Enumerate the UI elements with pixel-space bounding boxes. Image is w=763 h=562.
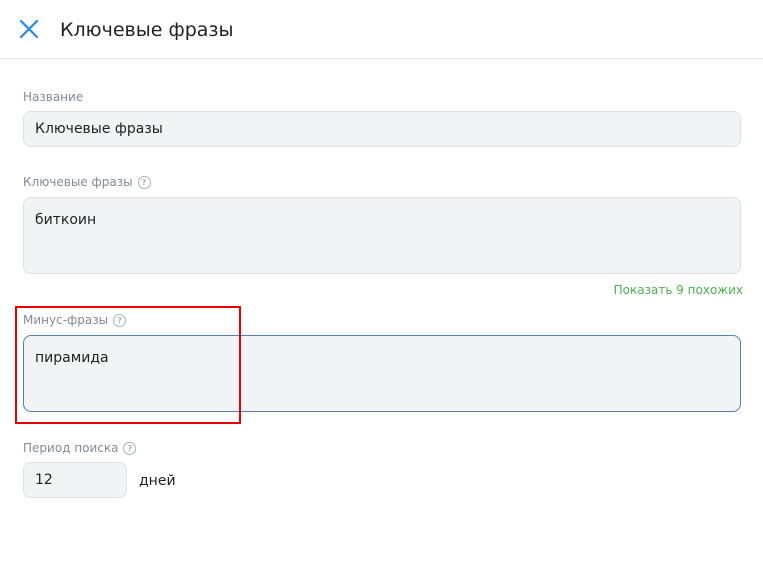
- keywords-textarea[interactable]: биткоин: [23, 197, 741, 274]
- days-unit-label: дней: [139, 473, 176, 489]
- close-icon: [19, 19, 39, 39]
- header: Ключевые фразы: [0, 0, 763, 59]
- name-label: Название: [23, 90, 84, 104]
- help-icon[interactable]: ?: [137, 175, 151, 189]
- keywords-label: Ключевые фразы ?: [23, 175, 151, 189]
- search-period-input[interactable]: 12: [23, 462, 127, 498]
- page-title: Ключевые фразы: [60, 19, 234, 41]
- close-button[interactable]: [18, 18, 40, 40]
- show-similar-link[interactable]: Показать 9 похожих: [614, 283, 743, 297]
- help-icon[interactable]: ?: [113, 313, 127, 327]
- name-input[interactable]: Ключевые фразы: [23, 111, 741, 147]
- minus-phrases-textarea[interactable]: пирамида: [23, 335, 741, 412]
- minus-phrases-label: Минус-фразы ?: [23, 313, 127, 327]
- search-period-label: Период поиска ?: [23, 441, 137, 455]
- help-icon[interactable]: ?: [123, 441, 137, 455]
